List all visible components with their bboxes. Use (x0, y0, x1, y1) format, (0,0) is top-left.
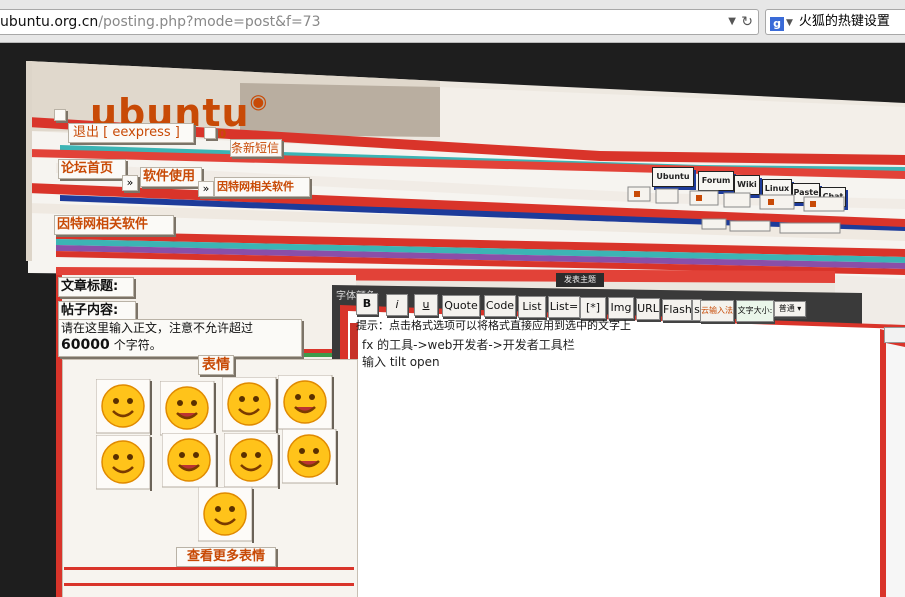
smiley-grin-icon[interactable] (223, 432, 280, 489)
search-input[interactable]: 火狐的热键设置 (799, 14, 890, 29)
smiley-big-laugh-icon[interactable] (95, 434, 152, 491)
forum-title[interactable]: 因特网相关软件 (54, 215, 174, 235)
toolbar-hint: 提示：点击格式选项可以将格式直接应用到选中的文字上 (356, 319, 631, 332)
toolbar-button-9[interactable]: URL (636, 298, 660, 320)
url-path: /posting.php?mode=post&f=73 (98, 14, 321, 30)
toolbar-button-10[interactable]: Flash (662, 299, 692, 321)
search-engine-dropdown-icon[interactable]: ▼ (786, 18, 793, 28)
breadcrumb-software[interactable]: 软件使用 (140, 167, 202, 187)
smiley-smile-icon[interactable] (95, 378, 152, 435)
char-limit: 60000 (61, 337, 110, 353)
toolbar-button-12[interactable]: 云输入法 (700, 300, 734, 322)
toolbar-button-6[interactable]: List= (548, 296, 580, 318)
breadcrumb-separator-1: » (122, 175, 138, 191)
search-bar[interactable]: g ▼ 火狐的热键设置 (765, 9, 905, 35)
toolbar-button-5[interactable]: List (518, 296, 546, 318)
breadcrumb-home[interactable]: 论坛首页 (58, 159, 126, 179)
content-label: 帖子内容: (58, 301, 136, 321)
reload-icon[interactable]: ↻ (741, 10, 753, 34)
smiley-sweat-icon[interactable] (161, 432, 218, 489)
editor-line2: 输入 tilt open (362, 355, 440, 369)
smilies-divider-2 (64, 583, 354, 586)
toolbar-button-2[interactable]: u (414, 294, 438, 316)
toolbar-button-7[interactable]: [*] (580, 297, 606, 319)
mini-icon-strip (627, 186, 845, 234)
browser-toolbar: ubuntu.org.cn/posting.php?mode=post&f=73… (0, 0, 905, 43)
smiley-wink-icon[interactable] (221, 376, 278, 433)
tilt-3d-view[interactable]: ubuntu◉ 退出 [ eexpress ] 0 条新短信 论坛首页 » 软件… (0, 43, 905, 597)
more-smilies-link[interactable]: 查看更多表情 (176, 547, 276, 567)
messages-count: 0 (218, 127, 227, 141)
editor-scrollbar[interactable] (884, 327, 905, 343)
breadcrumb-separator-2: » (198, 181, 214, 197)
logout-label: 退出 [ eexpress ] (73, 125, 180, 140)
toolbar-button-3[interactable]: Quote (442, 295, 480, 317)
messages-icon[interactable] (204, 127, 216, 139)
small-icon (54, 109, 66, 121)
smilies-title: 表情 (198, 355, 234, 375)
breadcrumb-inet-software[interactable]: 因特网相关软件 (214, 177, 310, 197)
content-hint: 请在这里输入正文，注意不允许超过 60000 个字符。 (58, 319, 302, 357)
toolbar-button-8[interactable]: Img (608, 297, 634, 319)
messages-label: 条新短信 (231, 141, 280, 155)
editor-line1: fx 的工具->web开发者->开发者工具栏 (362, 338, 575, 352)
logout-link[interactable]: 退出 [ eexpress ] (68, 123, 194, 143)
smiley-tongue-icon[interactable] (159, 380, 216, 437)
smilies-divider (64, 567, 354, 570)
hint-line2: 个字符。 (113, 338, 162, 352)
search-engine-icon[interactable]: g (770, 17, 784, 31)
toolbar-button-1[interactable]: i (386, 294, 408, 316)
post-topic-heading: 发表主题 (556, 273, 604, 287)
smiley-laugh-icon[interactable] (277, 374, 334, 431)
smiley-dizzy-icon[interactable] (197, 486, 254, 543)
message-textarea[interactable]: fx 的工具->web开发者->开发者工具栏 输入 tilt open (358, 337, 878, 593)
url-host: ubuntu.org.cn (0, 14, 99, 30)
toolbar-button-4[interactable]: Code (484, 295, 516, 317)
hint-line1: 请在这里输入正文，注意不允许超过 (61, 321, 254, 335)
url-bar[interactable]: ubuntu.org.cn/posting.php?mode=post&f=73… (0, 9, 759, 35)
subject-label: 文章标题: (58, 277, 134, 297)
toolbar-button-13[interactable]: 文字大小: (736, 300, 774, 322)
smiley-shy-icon[interactable] (281, 428, 338, 485)
font-size-select[interactable]: 普通 ▾ (774, 301, 806, 317)
url-dropdown-icon[interactable]: ▼ (728, 10, 736, 34)
hint-line2-row: 60000 个字符。 (61, 337, 301, 354)
ubuntu-circle-icon: ◉ (249, 89, 269, 113)
toolbar-button-0[interactable]: B (356, 293, 378, 315)
new-messages-link[interactable]: 条新短信 (230, 139, 282, 157)
